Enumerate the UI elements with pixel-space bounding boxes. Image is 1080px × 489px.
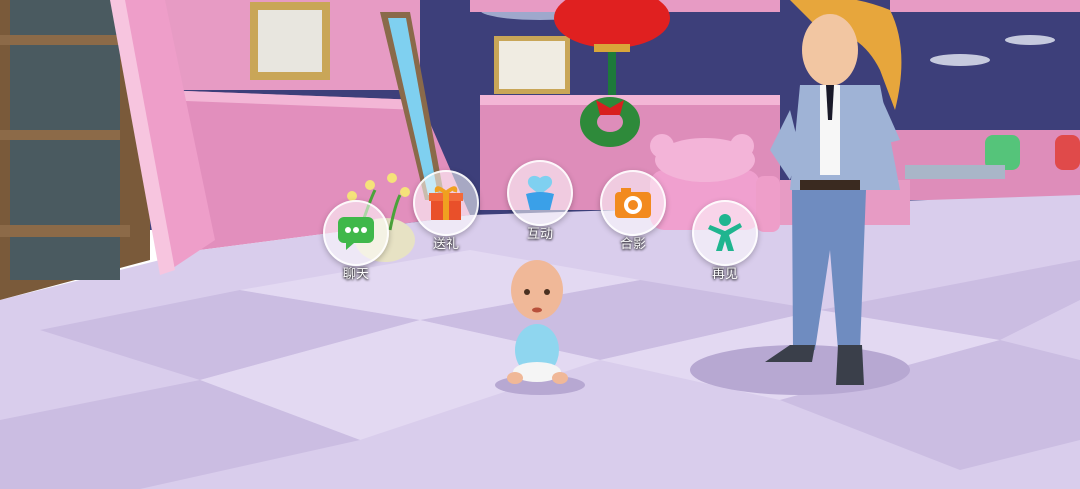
game-scene: 聊天 送礼 互动 合影 再见 bbox=[0, 0, 1080, 489]
interact-bubble bbox=[507, 160, 573, 226]
bye-button[interactable]: 再见 bbox=[692, 200, 758, 282]
chat-button[interactable]: 聊天 bbox=[323, 200, 389, 282]
photo-bubble bbox=[600, 170, 666, 236]
gift-button[interactable]: 送礼 bbox=[413, 170, 479, 252]
gift-bubble bbox=[413, 170, 479, 236]
photo-button[interactable]: 合影 bbox=[600, 170, 666, 252]
bye-bubble bbox=[692, 200, 758, 266]
chat-bubble bbox=[323, 200, 389, 266]
interact-button[interactable]: 互动 bbox=[507, 160, 573, 242]
room-background bbox=[0, 0, 1080, 489]
